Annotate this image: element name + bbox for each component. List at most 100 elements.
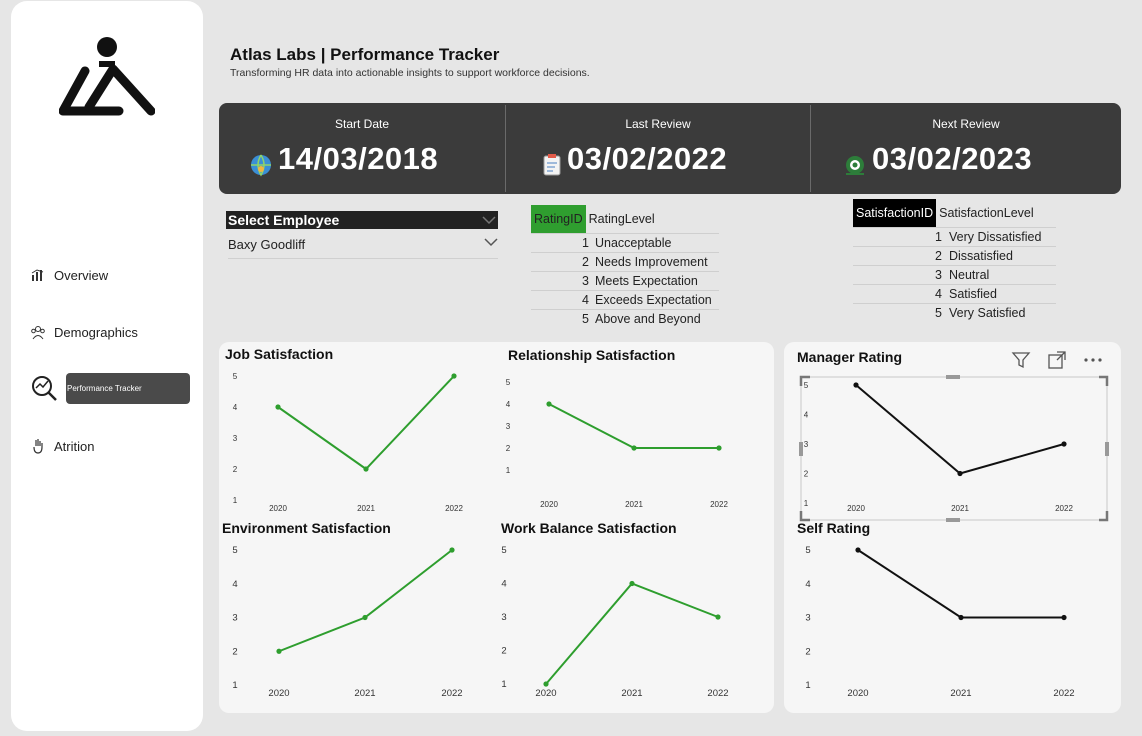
- satisfaction-id: 2: [935, 249, 942, 263]
- rating-id: 1: [582, 236, 589, 250]
- x-tick-label: 2020: [268, 688, 289, 699]
- nav-atrition-label: Atrition: [54, 438, 95, 454]
- x-tick-label: 2020: [847, 688, 868, 699]
- data-point[interactable]: [958, 614, 964, 621]
- x-tick-label: 2022: [1053, 688, 1074, 699]
- kpi-start-date: Start Date 14/03/2018: [219, 103, 505, 194]
- satisfaction-table-header: SatisfactionID SatisfactionLevel: [853, 199, 1056, 227]
- y-tick-label: 5: [233, 372, 238, 381]
- rating-id: 4: [582, 293, 589, 307]
- nav-overview[interactable]: Overview: [30, 267, 108, 283]
- y-tick-label: 4: [506, 400, 511, 409]
- chart-title-job-satisfaction: Job Satisfaction: [225, 346, 334, 362]
- table-row: 3 Meets Expectation: [531, 271, 719, 290]
- y-tick-label: 3: [804, 440, 809, 449]
- data-point[interactable]: [1061, 614, 1067, 621]
- chart-title-environment-satisfaction: Environment Satisfaction: [222, 520, 391, 536]
- satisfaction-table: SatisfactionID SatisfactionLevel 1 Very D…: [853, 199, 1056, 322]
- nav-atrition[interactable]: Atrition: [30, 438, 94, 454]
- kpi-next-review-value: 03/02/2023: [872, 141, 1033, 176]
- focus-mode-icon[interactable]: [1046, 349, 1068, 371]
- magnifier-chart-icon: [32, 376, 57, 401]
- filter-icon[interactable]: [1010, 349, 1032, 371]
- clipboard-icon: [543, 154, 561, 176]
- chart-title-work-balance-satisfaction: Work Balance Satisfaction: [501, 520, 677, 536]
- nav-demographics-label: Demographics: [54, 324, 138, 340]
- kpi-next-review-label: Next Review: [932, 117, 1000, 131]
- globe-people-icon: [251, 154, 271, 177]
- x-tick-label: 2021: [357, 504, 375, 513]
- data-point[interactable]: [363, 466, 369, 472]
- kpi-start-date-value: 14/03/2018: [278, 141, 439, 176]
- data-point[interactable]: [853, 382, 859, 388]
- y-tick-label: 3: [233, 434, 238, 443]
- table-row: 4 Exceeds Expectation: [531, 290, 719, 309]
- data-point[interactable]: [716, 445, 722, 451]
- satisfaction-id: 3: [935, 268, 942, 282]
- y-tick-label: 3: [805, 613, 810, 624]
- x-tick-label: 2021: [625, 500, 643, 509]
- rating-level: Meets Expectation: [595, 274, 698, 288]
- rating-level: Needs Improvement: [595, 255, 708, 269]
- chart-title-manager-rating: Manager Rating: [797, 349, 903, 365]
- x-tick-label: 2020: [269, 504, 287, 513]
- nav-overview-label: Overview: [54, 267, 109, 283]
- kpi-bar: Start Date 14/03/2018 Last Review 03/02/…: [219, 103, 1121, 194]
- y-tick-label: 4: [805, 579, 810, 590]
- data-point[interactable]: [362, 614, 368, 621]
- kpi-last-review-value: 03/02/2022: [567, 141, 728, 176]
- x-tick-label: 2022: [1055, 504, 1073, 513]
- series-line: [278, 549, 453, 653]
- x-tick-label: 2021: [621, 688, 642, 699]
- data-point[interactable]: [276, 648, 282, 654]
- rating-level-header: RatingLevel: [588, 212, 655, 226]
- satisfaction-level: Dissatisfied: [949, 249, 1013, 263]
- kpi-last-review: Last Review 03/02/2022: [506, 103, 810, 194]
- x-tick-label: 2020: [535, 688, 556, 699]
- chart-title-relationship-satisfaction: Relationship Satisfaction: [508, 347, 676, 363]
- rating-level: Above and Beyond: [595, 312, 701, 326]
- more-options-icon[interactable]: [1082, 349, 1104, 371]
- y-tick-label: 5: [804, 381, 809, 390]
- rating-id: 5: [582, 312, 589, 326]
- rating-id-header: RatingID: [531, 205, 586, 233]
- x-tick-label: 2020: [540, 500, 558, 509]
- table-row: 1 Unacceptable: [531, 233, 719, 252]
- data-point[interactable]: [275, 404, 281, 410]
- data-point[interactable]: [715, 614, 721, 620]
- satisfaction-id: 4: [935, 287, 942, 301]
- atlas-labs-logo: [59, 37, 155, 116]
- x-tick-label: 2022: [441, 688, 462, 699]
- series-line: [545, 582, 719, 685]
- visual-toolbar: [1010, 349, 1104, 371]
- data-point[interactable]: [451, 373, 457, 379]
- y-tick-label: 1: [804, 499, 809, 508]
- data-point[interactable]: [1061, 441, 1067, 447]
- x-tick-label: 2021: [950, 688, 971, 699]
- data-point[interactable]: [631, 445, 637, 451]
- series-line: [277, 375, 455, 471]
- hand-icon: [30, 438, 46, 454]
- y-tick-label: 2: [805, 646, 810, 657]
- y-tick-label: 4: [232, 579, 237, 590]
- y-tick-label: 4: [501, 579, 506, 590]
- series-line: [857, 549, 1064, 619]
- employee-selected-value: Baxy Goodliff: [228, 237, 306, 252]
- y-tick-label: 1: [805, 680, 810, 691]
- data-point[interactable]: [543, 681, 549, 687]
- series-line: [855, 384, 1065, 475]
- data-point[interactable]: [449, 547, 455, 553]
- data-point[interactable]: [629, 580, 635, 587]
- nav-demographics[interactable]: Demographics: [30, 324, 138, 340]
- target-icon: [846, 156, 864, 175]
- employee-dropdown[interactable]: Baxy Goodliff: [228, 237, 498, 259]
- x-tick-label: 2022: [707, 688, 728, 699]
- work-balance-satisfaction-chart: 1 2 3 4 5 2020 2021 2022: [501, 545, 728, 699]
- data-point[interactable]: [855, 547, 861, 553]
- data-point[interactable]: [546, 401, 552, 407]
- data-point[interactable]: [957, 470, 963, 477]
- employee-slicer-header[interactable]: Select Employee: [226, 211, 498, 229]
- employee-slicer-label: Select Employee: [228, 212, 340, 228]
- y-tick-label: 2: [232, 646, 237, 657]
- y-tick-label: 2: [804, 470, 809, 479]
